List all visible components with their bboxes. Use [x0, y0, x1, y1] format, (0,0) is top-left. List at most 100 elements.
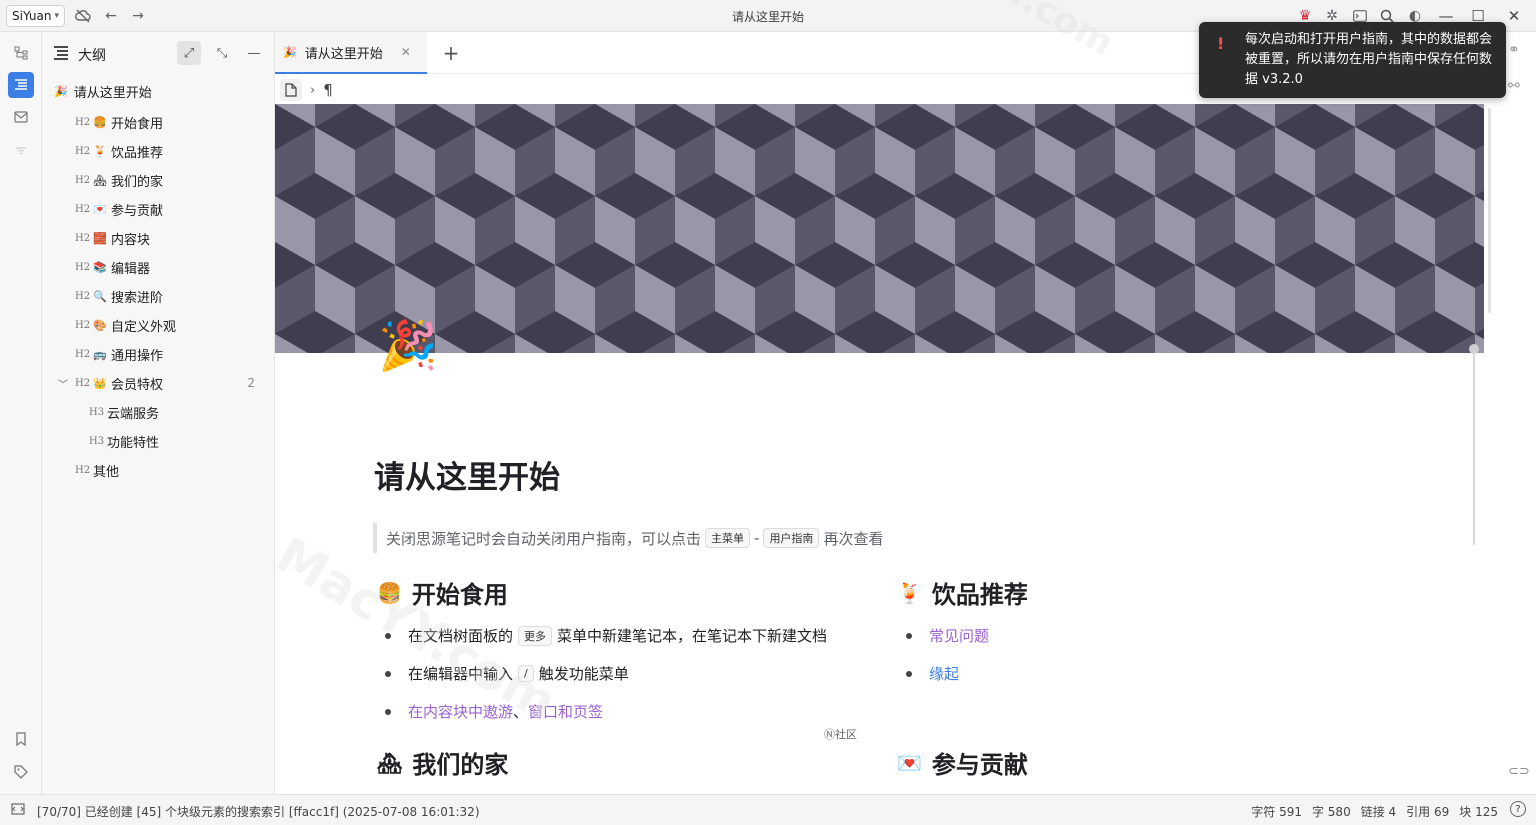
list-text: 在编辑器中输入: [408, 665, 514, 683]
backlink-icon[interactable]: ⊂⊃: [1508, 764, 1530, 779]
list-text: 在文档树面板的: [408, 627, 514, 645]
block-ref-link[interactable]: 在内容块中遨游: [408, 701, 513, 722]
list-separator: 、: [513, 703, 529, 721]
magnifier-icon: 🔍: [93, 289, 107, 303]
minimize-panel-icon[interactable]: —: [242, 41, 266, 65]
tag-icon[interactable]: [8, 759, 34, 785]
heading-home[interactable]: 🏘 我们的家: [377, 745, 508, 780]
heading-level-label: H2: [75, 261, 91, 273]
graph-view-icon[interactable]: ⚭: [1508, 42, 1520, 58]
workspace-button[interactable]: SiYuan ▾: [6, 5, 65, 27]
chevron-down-icon: ▾: [54, 11, 59, 21]
outline-panel: 大纲 ⤢ ⤡ — 🎉 请从这里开始 H2 🍔 开始食用 H2 🍹 饮品推荐 H2…: [42, 32, 275, 794]
link-count: 链接 4: [1360, 805, 1397, 819]
block-ref-link[interactable]: 窗口和页签: [528, 701, 603, 722]
faq-link[interactable]: 常见问题: [929, 625, 989, 646]
heading-level-label: H2: [75, 319, 91, 331]
child-count: 2: [247, 376, 255, 390]
file-tree-icon[interactable]: [8, 40, 34, 66]
blockquote[interactable]: 关闭思源笔记时会自动关闭用户指南，可以点击 主菜单 - 用户指南 再次查看: [373, 523, 883, 553]
char-count: 字符 591: [1251, 805, 1302, 819]
outline-item[interactable]: H3 云端服务: [42, 399, 275, 425]
help-icon[interactable]: ?: [1510, 801, 1526, 817]
outline-item[interactable]: H2 🍹 饮品推荐: [42, 138, 275, 164]
block-count: 块 125: [1459, 805, 1498, 819]
document-title[interactable]: 请从这里开始: [374, 452, 560, 497]
forward-arrow-icon[interactable]: →: [128, 6, 148, 26]
kbd-slash: /: [518, 665, 534, 682]
banner-pattern: [275, 104, 1484, 353]
heading-start[interactable]: 🍔 开始食用: [377, 575, 508, 610]
outline-item[interactable]: ﹀ H2 👑 会员特权 2: [42, 370, 275, 396]
outline-item[interactable]: H2 🧱 内容块: [42, 225, 275, 251]
love-letter-icon: 💌: [93, 202, 107, 216]
outline-dock-icon[interactable]: [8, 72, 34, 98]
dock-toggle-icon[interactable]: [11, 802, 25, 819]
left-dock: ᯤ: [0, 32, 42, 794]
list-text: 触发功能菜单: [538, 665, 629, 683]
heading-drinks[interactable]: 🍹 饮品推荐: [897, 575, 1028, 610]
list-text: 菜单中新建笔记本，在笔记本下新建文档: [557, 627, 828, 645]
outline-item-label: 编辑器: [111, 261, 151, 277]
outline-item[interactable]: H2 🏘 我们的家: [42, 167, 275, 193]
outline-item-label: 自定义外观: [111, 319, 177, 335]
heading-text: 我们的家: [412, 751, 509, 779]
paragraph-icon[interactable]: ¶: [323, 81, 333, 99]
list-item[interactable]: 在编辑器中输入 / 触发功能菜单: [385, 663, 629, 684]
outline-item[interactable]: H2 🎨 自定义外观: [42, 312, 275, 338]
heading-text: 饮品推荐: [931, 581, 1028, 609]
document-icon[interactable]: [280, 79, 302, 101]
heading-level-label: H3: [89, 435, 105, 447]
document-banner[interactable]: [275, 104, 1484, 353]
tab-start-here[interactable]: 🎉 请从这里开始 ✕: [275, 32, 427, 74]
outline-item[interactable]: H2 📚 编辑器: [42, 254, 275, 280]
cloud-sync-off-icon[interactable]: [73, 6, 93, 26]
bookmark-icon[interactable]: [8, 726, 34, 752]
back-arrow-icon[interactable]: ←: [101, 6, 121, 26]
error-icon: !: [1217, 34, 1225, 53]
word-count: 字 580: [1311, 805, 1351, 819]
outline-item-label: 会员特权: [111, 377, 164, 393]
breadcrumb: › ¶: [280, 78, 333, 102]
outline-header: 大纲 ⤢ ⤡ —: [42, 32, 275, 74]
outline-item-label: 饮品推荐: [111, 145, 164, 161]
caret-down-icon[interactable]: ﹀: [58, 376, 68, 391]
toast-message: 每次启动和打开用户指南，其中的数据都会被重置，所以请勿在用户指南中保存任何数据 …: [1245, 32, 1493, 87]
graph-icon[interactable]: ᯤ: [8, 136, 34, 162]
heading-level-label: H2: [75, 145, 91, 157]
quote-text: 关闭思源笔记时会自动关闭用户指南，可以点击: [386, 529, 702, 548]
outline-item-label: 参与贡献: [111, 203, 164, 219]
inbox-icon[interactable]: [8, 104, 34, 130]
document-emoji-icon[interactable]: 🎉: [378, 322, 438, 370]
collapse-icon[interactable]: ⤡: [210, 41, 234, 65]
heading-level-label: H2: [75, 348, 91, 360]
outline-item[interactable]: H2 🚌 通用操作: [42, 341, 275, 367]
list-item[interactable]: 在文档树面板的 更多 菜单中新建笔记本，在笔记本下新建文档: [384, 625, 828, 646]
editor-scrollbar[interactable]: [1488, 108, 1491, 313]
outline-item-label: 内容块: [111, 232, 151, 248]
heading-contribute[interactable]: 💌 参与贡献: [897, 745, 1028, 780]
origin-link[interactable]: 缘起: [929, 663, 959, 684]
list-item: 在内容块中遨游 、 窗口和页签: [384, 701, 603, 722]
global-graph-icon[interactable]: ⚯: [1508, 78, 1520, 94]
document-stats[interactable]: 字符 591 字 580 链接 4 引用 69 块 125: [1251, 803, 1498, 820]
houses-icon: 🏘: [377, 750, 403, 775]
close-icon[interactable]: ✕: [401, 45, 411, 59]
outline-item[interactable]: H3 功能特性: [42, 428, 275, 454]
close-window-button[interactable]: ✕: [1502, 4, 1526, 28]
heading-level-label: H2: [75, 203, 91, 215]
outline-item-label: 功能特性: [107, 435, 160, 451]
outline-item[interactable]: H2 🍔 开始食用: [42, 109, 275, 135]
outline-item[interactable]: H2 🔍 搜索进阶: [42, 283, 275, 309]
list-item: 缘起: [905, 663, 959, 684]
outline-item-label: 云端服务: [107, 406, 160, 422]
outline-item[interactable]: H2 其他: [42, 457, 275, 483]
new-tab-button[interactable]: +: [439, 41, 463, 65]
outline-item-label: 开始食用: [111, 116, 164, 132]
notification-toast[interactable]: ! 每次启动和打开用户指南，其中的数据都会被重置，所以请勿在用户指南中保存任何数…: [1199, 22, 1506, 98]
community-label[interactable]: Ⓝ社区: [824, 726, 857, 742]
expand-icon[interactable]: ⤢: [177, 41, 201, 65]
status-bar: [70/70] 已经创建 [45] 个块级元素的搜索索引 [ffacc1f] (…: [0, 794, 1536, 825]
outline-doc-root[interactable]: 🎉 请从这里开始: [54, 80, 152, 102]
outline-item[interactable]: H2 💌 参与贡献: [42, 196, 275, 222]
